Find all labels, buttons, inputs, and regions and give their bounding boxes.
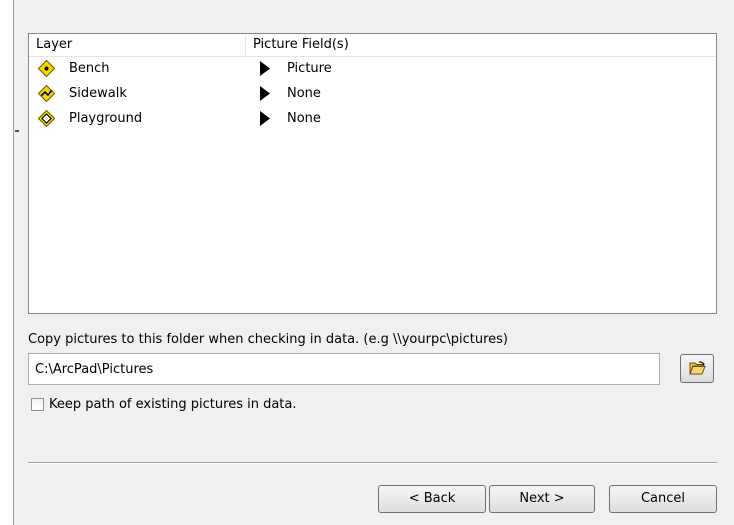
play-arrow-icon[interactable] <box>260 86 270 101</box>
layer-name: Sidewalk <box>69 86 127 101</box>
back-button[interactable]: < Back <box>378 485 486 513</box>
listview-header: Layer Picture Field(s) <box>29 34 716 57</box>
picture-field-value: None <box>287 111 321 126</box>
table-row[interactable]: Sidewalk None <box>29 81 716 106</box>
open-folder-icon <box>689 361 706 375</box>
layer-picture-listview[interactable]: Layer Picture Field(s) Bench Picture Sid… <box>28 33 717 314</box>
column-header-picture-fields[interactable]: Picture Field(s) <box>246 34 466 56</box>
column-header-layer[interactable]: Layer <box>29 34 246 56</box>
window-edge-mark <box>15 130 19 132</box>
point-layer-icon <box>38 60 55 77</box>
polygon-layer-icon <box>38 110 55 127</box>
picture-field-value: None <box>287 86 321 101</box>
copy-folder-label: Copy pictures to this folder when checki… <box>28 332 508 347</box>
line-layer-icon <box>38 85 55 102</box>
copy-folder-path-input[interactable] <box>28 353 660 385</box>
cancel-button[interactable]: Cancel <box>609 485 717 513</box>
layer-name: Playground <box>69 111 143 126</box>
button-separator <box>28 462 717 464</box>
table-row[interactable]: Playground None <box>29 106 716 131</box>
play-arrow-icon[interactable] <box>260 111 270 126</box>
keep-path-checkbox[interactable] <box>31 398 44 411</box>
table-row[interactable]: Bench Picture <box>29 56 716 81</box>
play-arrow-icon[interactable] <box>260 61 270 76</box>
picture-settings-dialog: Layer Picture Field(s) Bench Picture Sid… <box>13 0 734 525</box>
picture-field-value: Picture <box>287 61 332 76</box>
keep-path-label[interactable]: Keep path of existing pictures in data. <box>49 396 297 414</box>
layer-name: Bench <box>69 61 110 76</box>
next-button[interactable]: Next > <box>489 485 595 513</box>
browse-folder-button[interactable] <box>680 354 714 383</box>
